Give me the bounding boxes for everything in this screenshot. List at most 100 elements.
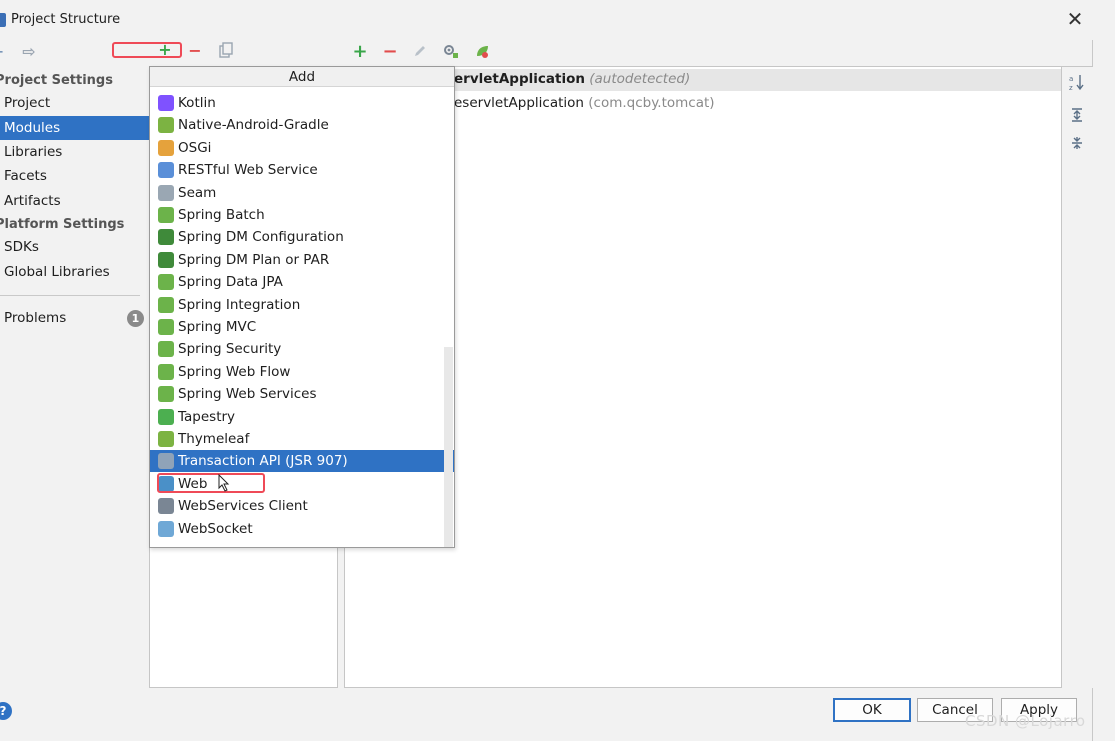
left-toolbar: ← ⇨ + − [0, 40, 233, 66]
spring-leaf-icon[interactable] [472, 43, 492, 63]
web-item-highlight [157, 473, 265, 493]
add-popup-item-label: Spring Data JPA [178, 274, 283, 291]
spring-security-icon [158, 341, 174, 358]
spring-data-icon [158, 274, 174, 291]
collapse-all-icon[interactable] [1068, 135, 1086, 153]
platform-settings-header: Platform Settings [0, 217, 125, 232]
spring-dm-plan-icon [158, 251, 174, 268]
remove-facet-button[interactable]: − [380, 42, 400, 62]
app-icon [0, 13, 6, 27]
add-popup-item-label: OSGi [178, 139, 212, 156]
sidebar-item-sdks[interactable]: SDKs [0, 235, 149, 259]
add-popup-item-label: WebSocket [178, 520, 253, 537]
add-button[interactable]: + [155, 40, 175, 60]
spring-batch-icon [158, 207, 174, 223]
add-popup-item[interactable]: Spring Web Services [150, 383, 454, 405]
spring-integration-icon [158, 296, 174, 313]
transaction-icon [158, 453, 174, 470]
spring-ws-icon [158, 386, 174, 403]
add-popup-item[interactable]: Spring MVC [150, 316, 454, 338]
pencil-icon[interactable] [410, 43, 430, 63]
add-popup-item[interactable]: Spring DM Plan or PAR [150, 249, 454, 271]
add-popup-item-label: Spring Batch [178, 207, 265, 223]
add-popup-item-label: Thymeleaf [178, 431, 250, 447]
add-popup-item[interactable]: WebSocket [150, 518, 454, 540]
facet-row-name: ervletApplication [454, 71, 585, 87]
facet-row-autodetected[interactable]: ervletApplication (autodetected) [454, 71, 690, 87]
sidebar-item-global-libraries[interactable]: Global Libraries [0, 260, 149, 284]
sidebar-item-project[interactable]: Project [0, 91, 149, 115]
add-popup-item-label: Seam [178, 184, 217, 201]
add-popup-item[interactable]: Spring Data JPA [150, 271, 454, 293]
add-popup-item-label: Kotlin [178, 95, 216, 111]
facet-row-note: (autodetected) [589, 71, 691, 87]
expand-all-icon[interactable] [1068, 107, 1086, 125]
add-popup-item-label: Tapestry [178, 408, 236, 425]
title-bar: Project Structure ✕ [0, 0, 1093, 40]
close-icon[interactable]: ✕ [1064, 8, 1086, 30]
add-popup-item-label: Transaction API (JSR 907) [178, 453, 348, 470]
add-popup-item[interactable]: WebServices Client [150, 495, 454, 517]
forward-arrow-icon[interactable]: ⇨ [19, 42, 39, 62]
add-popup-item-label: Spring MVC [178, 319, 257, 335]
kotlin-icon [158, 95, 174, 111]
help-button[interactable]: ? [0, 702, 12, 720]
add-popup-item-label: WebServices Client [178, 498, 308, 515]
dialog-title: Project Structure [11, 12, 121, 27]
add-popup-item-label: Spring Web Services [178, 386, 317, 403]
add-popup-item[interactable]: Kotlin [150, 92, 454, 114]
tapestry-icon [158, 408, 174, 425]
sidebar-item-libraries[interactable]: Libraries [0, 140, 149, 164]
add-popup-item[interactable]: Tapestry [150, 406, 454, 428]
add-popup-item[interactable]: Spring Security [150, 338, 454, 360]
sidebar: Project Settings Project Modules Librari… [0, 66, 149, 686]
back-arrow-icon[interactable]: ← [0, 43, 8, 63]
sidebar-item-modules[interactable]: Modules [0, 116, 149, 140]
websocket-icon [158, 520, 174, 537]
rest-feather-icon [158, 162, 174, 179]
add-popup-item[interactable]: Spring Batch [150, 204, 454, 226]
sidebar-item-artifacts[interactable]: Artifacts [0, 189, 149, 213]
add-popup-item-label: Native-Android-Gradle [178, 117, 329, 134]
sort-alpha-icon[interactable]: az [1068, 73, 1086, 92]
add-popup-item[interactable]: Seam [150, 182, 454, 204]
facet-row-note: (com.qcby.tomcat) [588, 95, 715, 111]
add-popup-item[interactable]: OSGi [150, 137, 454, 159]
add-popup-item-label: Spring DM Configuration [178, 229, 344, 246]
osgi-icon [158, 139, 174, 156]
add-popup-item[interactable]: Transaction API (JSR 907) [150, 450, 454, 473]
add-facet-button[interactable]: + [350, 42, 370, 62]
project-structure-dialog: Project Structure ✕ ← ⇨ + − Project Sett… [0, 0, 1093, 741]
add-popup-header: Add [150, 67, 454, 87]
watermark: CSDN @Lojarro [965, 712, 1086, 730]
seam-icon [158, 184, 174, 201]
popup-scrollbar[interactable] [444, 347, 453, 547]
facet-row-name: eservletApplication [454, 95, 584, 111]
add-popup-item-label: Spring Security [178, 341, 282, 358]
sidebar-item-facets[interactable]: Facets [0, 164, 149, 188]
copy-icon[interactable] [216, 42, 236, 62]
project-settings-header: Project Settings [0, 73, 113, 88]
add-popup-item[interactable]: Thymeleaf [150, 428, 454, 450]
add-popup-item[interactable]: Spring DM Configuration [150, 226, 454, 248]
facet-toolbar: + − [344, 40, 1094, 66]
facet-row-tomcat[interactable]: eservletApplication (com.qcby.tomcat) [454, 95, 715, 111]
add-popup-item[interactable]: Spring Web Flow [150, 361, 454, 383]
problems-count-badge: 1 [127, 310, 144, 327]
add-popup-item-label: Spring DM Plan or PAR [178, 251, 330, 268]
configure-icon[interactable] [441, 43, 461, 63]
add-popup-item[interactable]: RESTful Web Service [150, 159, 454, 181]
ok-button[interactable]: OK [833, 698, 911, 722]
add-popup-item-label: Spring Integration [178, 296, 301, 313]
add-popup-item[interactable]: Spring Integration [150, 294, 454, 316]
sidebar-divider [0, 295, 140, 296]
android-icon [158, 117, 174, 134]
add-popup-item[interactable]: Native-Android-Gradle [150, 114, 454, 136]
remove-button[interactable]: − [185, 41, 205, 61]
spring-webflow-icon [158, 363, 174, 380]
spring-mvc-icon [158, 319, 174, 335]
webservices-gear-icon [158, 498, 174, 515]
spring-dm-icon [158, 229, 174, 246]
svg-text:a: a [1069, 75, 1073, 83]
mouse-cursor-icon [218, 474, 230, 492]
